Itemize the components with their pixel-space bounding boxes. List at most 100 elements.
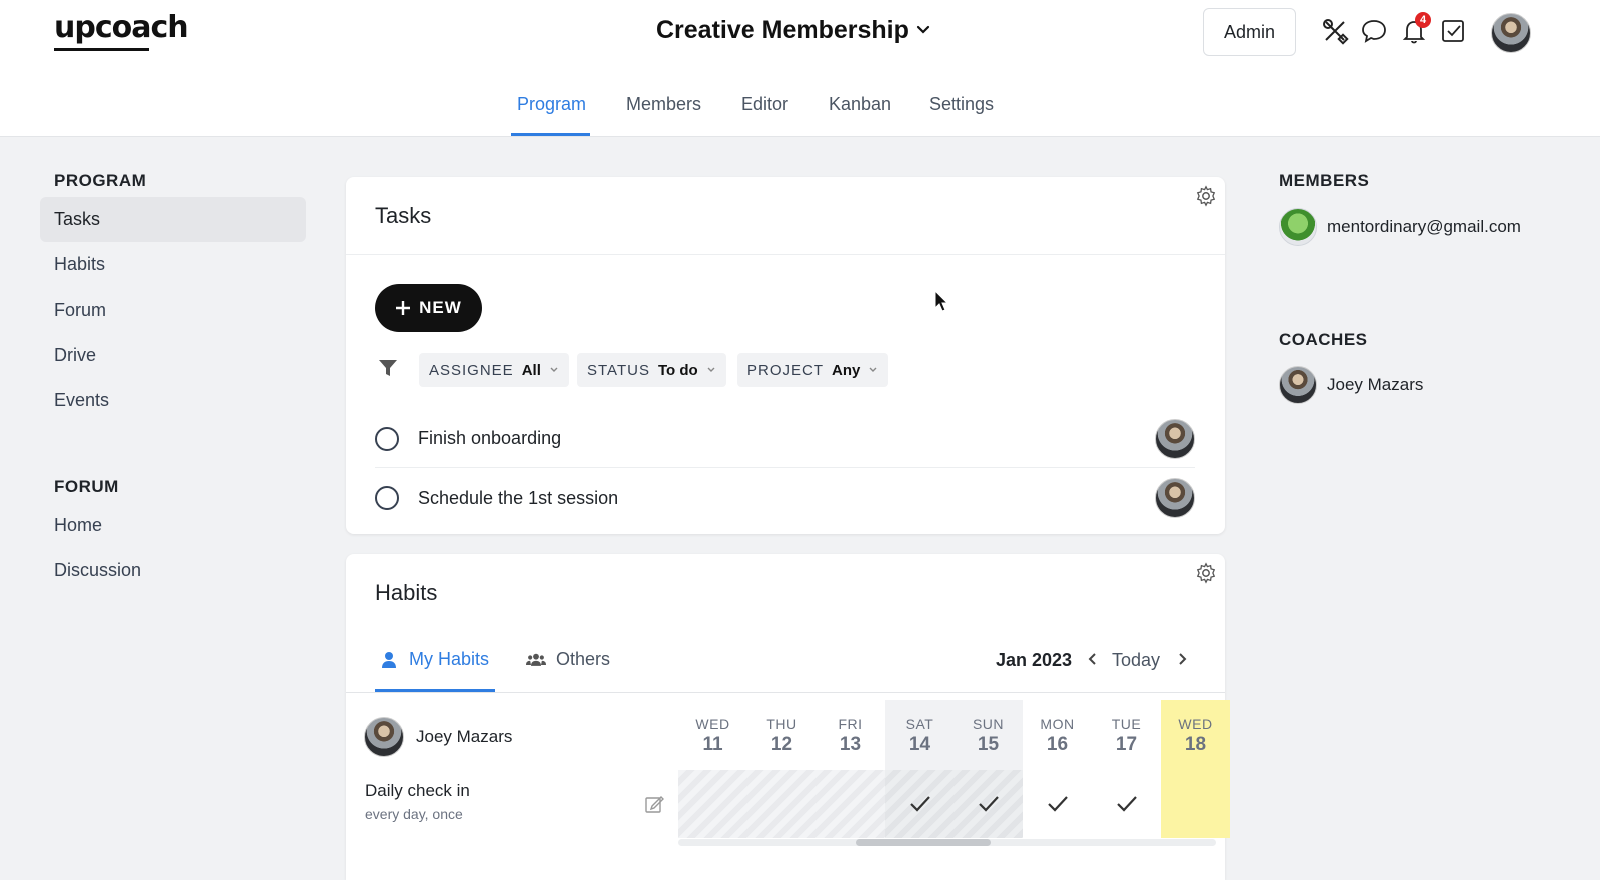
assignee-avatar[interactable]	[1155, 418, 1195, 459]
coach-name[interactable]: Joey Mazars	[1327, 375, 1423, 395]
habits-divider	[346, 692, 1225, 693]
chevron-down-icon	[550, 367, 558, 372]
tab-my-habits[interactable]: My Habits	[379, 649, 489, 670]
person-icon	[382, 651, 396, 668]
checkmark-icon	[909, 796, 930, 812]
tab-label: Others	[556, 649, 611, 669]
coach-row[interactable]: Joey Mazars	[1279, 366, 1423, 404]
day-name: MON	[1040, 716, 1075, 732]
tools-icon[interactable]	[1320, 16, 1350, 46]
member-row[interactable]: mentordinary@gmail.com	[1279, 208, 1521, 246]
status-filter[interactable]: STATUS To do	[577, 353, 726, 387]
assignee-filter[interactable]: ASSIGNEE All	[419, 353, 569, 387]
day-column: FRI 13	[816, 700, 885, 838]
scrollbar-thumb[interactable]	[856, 839, 991, 846]
tab-members[interactable]: Members	[626, 94, 701, 115]
chevron-right-icon[interactable]	[1176, 651, 1188, 672]
admin-button[interactable]: Admin	[1203, 8, 1296, 56]
task-row[interactable]: Schedule the 1st session	[375, 469, 1195, 527]
task-row[interactable]: Finish onboarding	[375, 410, 1195, 468]
gear-icon[interactable]	[1195, 185, 1217, 207]
day-name: WED	[1178, 716, 1213, 732]
gear-icon[interactable]	[1195, 562, 1217, 584]
tab-kanban[interactable]: Kanban	[829, 94, 891, 115]
sidebar-item-tasks[interactable]: Tasks	[40, 197, 306, 242]
day-number: 15	[977, 734, 1000, 755]
habit-day-cell[interactable]	[1023, 770, 1092, 838]
day-name: FRI	[838, 716, 863, 732]
sidebar-heading-program: PROGRAM	[54, 171, 147, 190]
filter-icon[interactable]	[377, 357, 399, 379]
tab-settings[interactable]: Settings	[929, 94, 994, 115]
habit-day-cell[interactable]	[747, 770, 816, 838]
day-column: WED 11	[678, 700, 747, 838]
filter-label: STATUS	[587, 361, 650, 379]
coach-avatar	[1279, 366, 1317, 404]
habit-user: Joey Mazars	[364, 717, 512, 757]
assignee-avatar[interactable]	[1155, 478, 1195, 518]
day-column: SAT 14	[885, 700, 954, 838]
day-number: 18	[1184, 734, 1207, 755]
card-divider	[346, 254, 1225, 255]
members-heading: MEMBERS	[1279, 171, 1370, 190]
program-tabs: Program Members Editor Kanban Settings	[0, 84, 1600, 136]
checkbox-icon[interactable]	[1438, 16, 1468, 46]
habit-day-cell[interactable]	[885, 770, 954, 838]
checkmark-icon	[1047, 796, 1068, 812]
member-avatar	[1279, 208, 1317, 246]
sidebar-item-label: Habits	[54, 254, 106, 274]
day-number: 14	[908, 734, 931, 755]
sidebar-item-drive[interactable]: Drive	[40, 333, 306, 378]
sidebar-item-forum[interactable]: Forum	[40, 288, 306, 333]
day-column: WED 18	[1161, 700, 1230, 838]
program-title: Creative Membership	[656, 16, 909, 44]
day-column: MON 16	[1023, 700, 1092, 838]
logo-underline	[54, 48, 149, 51]
program-selector[interactable]: Creative Membership	[656, 16, 931, 45]
task-label[interactable]: Schedule the 1st session	[418, 488, 618, 509]
sidebar-item-label: Events	[54, 390, 110, 410]
tab-program[interactable]: Program	[517, 94, 586, 115]
task-label[interactable]: Finish onboarding	[418, 428, 561, 449]
sidebar-item-events[interactable]: Events	[40, 378, 306, 423]
day-number: 16	[1046, 734, 1069, 755]
today-button[interactable]: Today	[1112, 650, 1160, 671]
day-name: TUE	[1111, 716, 1142, 732]
sidebar-item-habits[interactable]: Habits	[40, 242, 306, 287]
sidebar-item-label: Home	[54, 515, 103, 535]
chat-icon[interactable]	[1359, 16, 1389, 46]
task-checkbox[interactable]	[375, 486, 399, 510]
task-checkbox[interactable]	[375, 426, 399, 451]
new-task-button[interactable]: NEW	[375, 284, 482, 332]
edit-icon[interactable]	[644, 794, 664, 814]
chevron-left-icon[interactable]	[1087, 651, 1099, 672]
habit-user-name: Joey Mazars	[416, 727, 513, 746]
project-filter[interactable]: PROJECT Any	[737, 353, 889, 387]
tasks-title: Tasks	[375, 203, 432, 228]
month-label: Jan 2023	[996, 650, 1073, 670]
user-avatar[interactable]	[1491, 13, 1531, 53]
filter-value: Any	[832, 361, 861, 379]
habit-day-cell[interactable]	[954, 770, 1023, 838]
habits-card: Habits My Habits Others Jan 2023 Today J…	[346, 554, 1230, 880]
member-email[interactable]: mentordinary@gmail.com	[1327, 217, 1521, 237]
habit-day-cell[interactable]	[816, 770, 885, 838]
checkmark-icon	[1116, 796, 1137, 812]
tab-editor[interactable]: Editor	[741, 94, 788, 115]
day-name: THU	[766, 716, 797, 732]
day-number: 12	[770, 734, 793, 755]
app-logo[interactable]: upcoach	[54, 10, 189, 45]
habit-day-cell[interactable]	[678, 770, 747, 838]
sidebar-heading-forum: FORUM	[54, 477, 119, 496]
sidebar-item-label: Forum	[54, 300, 107, 320]
filter-label: ASSIGNEE	[429, 361, 514, 379]
bell-icon[interactable]: 4	[1399, 12, 1431, 46]
tab-others[interactable]: Others	[526, 649, 610, 670]
day-number: 17	[1115, 734, 1138, 755]
horizontal-scrollbar[interactable]	[678, 839, 1216, 846]
group-icon	[526, 653, 546, 666]
sidebar-item-home[interactable]: Home	[40, 503, 306, 548]
habit-day-cell[interactable]	[1092, 770, 1161, 838]
habit-day-cell[interactable]	[1161, 770, 1230, 838]
sidebar-item-discussion[interactable]: Discussion	[40, 548, 306, 593]
